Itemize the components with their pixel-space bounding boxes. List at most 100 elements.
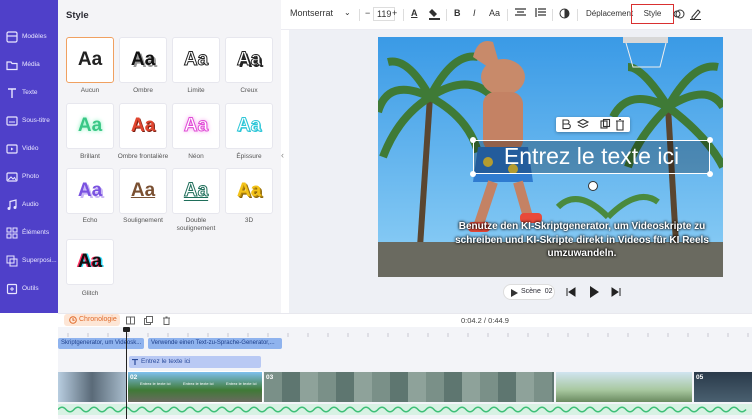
style-label: Ombre frontalière (117, 153, 169, 160)
resize-handle[interactable] (470, 137, 476, 143)
align-center-icon[interactable] (515, 8, 526, 22)
style-underline-tile[interactable]: Aa (119, 168, 167, 214)
text-context-toolbar (556, 117, 630, 132)
text-clip[interactable]: Entrez le texte ici (129, 356, 261, 368)
style-hollow-tile[interactable]: Aa (225, 37, 273, 83)
subtitle-clip-label: Skriptgenerator, um Videosk... (61, 340, 142, 346)
resize-handle[interactable] (470, 171, 476, 177)
sidebar-item-templates[interactable]: Modèles (0, 24, 58, 52)
style-sample: Aa (236, 180, 262, 201)
playhead[interactable] (126, 329, 127, 419)
highlight-color-icon[interactable] (429, 8, 440, 22)
video-segment[interactable] (556, 372, 692, 402)
subtitle-clip[interactable]: Verwende einen Text-zu-Sprache-Generator… (148, 338, 282, 349)
scene-selector-button[interactable]: Scène 02 (503, 284, 555, 300)
previous-icon[interactable] (566, 287, 576, 297)
delete-icon[interactable] (616, 118, 624, 131)
italic-button[interactable]: I (473, 8, 476, 22)
sidebar-item-text[interactable]: Texte (0, 80, 58, 108)
text-clip-label: Entrez le texte ici (141, 358, 191, 365)
video-icon (6, 144, 18, 154)
text-element-box[interactable]: Entrez le texte ici (473, 140, 710, 174)
style-glitch-tile[interactable]: Aa (66, 239, 114, 285)
sidebar-item-audio[interactable]: Audio (0, 192, 58, 220)
text-toolbar: Montserrat ⌄ − 119 + A B I Aa Déplacemen… (281, 0, 752, 30)
edit-pen-icon[interactable] (690, 8, 701, 22)
segment-number: 02 (130, 374, 138, 381)
delete-clip-icon[interactable] (162, 316, 171, 325)
style-splice-tile[interactable]: Aa (225, 103, 273, 149)
style-sample: Aa (236, 49, 262, 71)
style-double-underline-tile[interactable]: Aa (172, 168, 220, 214)
sidebar-item-elements[interactable]: Éléments (0, 220, 58, 248)
video-segment-selected[interactable]: 02 Entrez le texte ici Entrez le texte i… (127, 371, 263, 403)
timeline-toggle-button[interactable]: Chronologie (64, 314, 120, 326)
timeline-ruler (67, 333, 749, 337)
sidebar-item-label: Éléments (22, 229, 50, 236)
time-readout: 0:04.2 / 0:44.9 (461, 316, 509, 325)
panel-title: Style (66, 10, 89, 21)
style-border-shadow-tile[interactable]: Aa (119, 103, 167, 149)
font-family-select[interactable]: Montserrat (290, 8, 333, 22)
subtitle-clip[interactable]: Skriptgenerator, um Videosk... (58, 338, 144, 349)
style-sample: Aa (130, 115, 156, 136)
style-label: Soulignement (123, 217, 163, 224)
subtitle-text[interactable]: Benutze den KI-Skriptgenerator, um Video… (448, 220, 716, 261)
play-icon[interactable] (589, 286, 599, 298)
video-segment[interactable] (58, 372, 126, 402)
style-sample: Aa (77, 251, 103, 272)
font-color-button[interactable]: A (411, 8, 418, 22)
resize-handle[interactable] (707, 137, 713, 143)
resize-handle[interactable] (707, 171, 713, 177)
style-label: Aucun (80, 87, 100, 94)
sidebar-item-overlay[interactable]: Superposi... (0, 248, 58, 276)
sidebar-item-label: Média (22, 61, 40, 68)
main-text[interactable]: Entrez le texte ici (474, 143, 709, 170)
style-sample: Aa (236, 115, 262, 137)
sidebar-item-photo[interactable]: Photo (0, 164, 58, 192)
style-none-tile[interactable]: Aa (66, 37, 114, 83)
font-size-increase-button[interactable]: + (392, 8, 397, 22)
layers-icon[interactable] (576, 118, 590, 129)
sidebar-item-label: Vidéo (22, 145, 39, 152)
opacity-icon[interactable] (559, 8, 570, 22)
style-3d-tile[interactable]: Aa (225, 168, 273, 214)
sidebar-item-subtitle[interactable]: Sous-titre (0, 108, 58, 136)
sidebar-item-label: Superposi... (22, 257, 57, 264)
panel-collapse-chevron-icon[interactable]: ‹ (281, 150, 289, 168)
style-neon-tile[interactable]: Aa (172, 103, 220, 149)
media-folder-icon (6, 61, 18, 71)
sidebar-item-video[interactable]: Vidéo (0, 136, 58, 164)
sidebar-item-label: Outils (22, 285, 39, 292)
next-icon[interactable] (611, 287, 621, 297)
style-glow-tile[interactable]: Aa (66, 103, 114, 149)
style-sample: Aa (77, 180, 103, 201)
style-format-icon[interactable] (562, 119, 571, 130)
sidebar-item-media[interactable]: Média (0, 52, 58, 80)
text-icon (8, 88, 16, 98)
style-outline-tile[interactable]: Aa (172, 37, 220, 83)
split-icon[interactable] (126, 316, 135, 325)
style-echo-tile[interactable]: Aa (66, 168, 114, 214)
animation-icon[interactable] (673, 8, 685, 22)
chevron-down-icon[interactable]: ⌄ (344, 8, 351, 22)
audio-icon (7, 199, 17, 210)
move-tab[interactable]: Déplacement (586, 9, 633, 23)
spacing-icon[interactable] (535, 8, 546, 22)
sidebar-item-tools[interactable]: Outils (0, 276, 58, 304)
elements-icon (6, 227, 18, 239)
video-segment[interactable]: 03 (264, 372, 554, 402)
rotate-handle-icon[interactable] (588, 181, 598, 191)
duplicate-clip-icon[interactable] (144, 316, 153, 325)
style-shadow-tile[interactable]: Aa (119, 37, 167, 83)
bold-button[interactable]: B (454, 8, 461, 22)
style-label: Creux (240, 87, 258, 94)
playhead-handle[interactable] (123, 327, 130, 332)
segment-number: 03 (266, 374, 274, 381)
text-case-button[interactable]: Aa (489, 8, 500, 22)
style-tab[interactable]: Style (631, 4, 674, 24)
video-segment[interactable]: 05 (694, 372, 752, 402)
style-sample: Aa (183, 115, 209, 137)
font-size-decrease-button[interactable]: − (365, 8, 370, 22)
audio-waveform[interactable] (58, 404, 752, 415)
